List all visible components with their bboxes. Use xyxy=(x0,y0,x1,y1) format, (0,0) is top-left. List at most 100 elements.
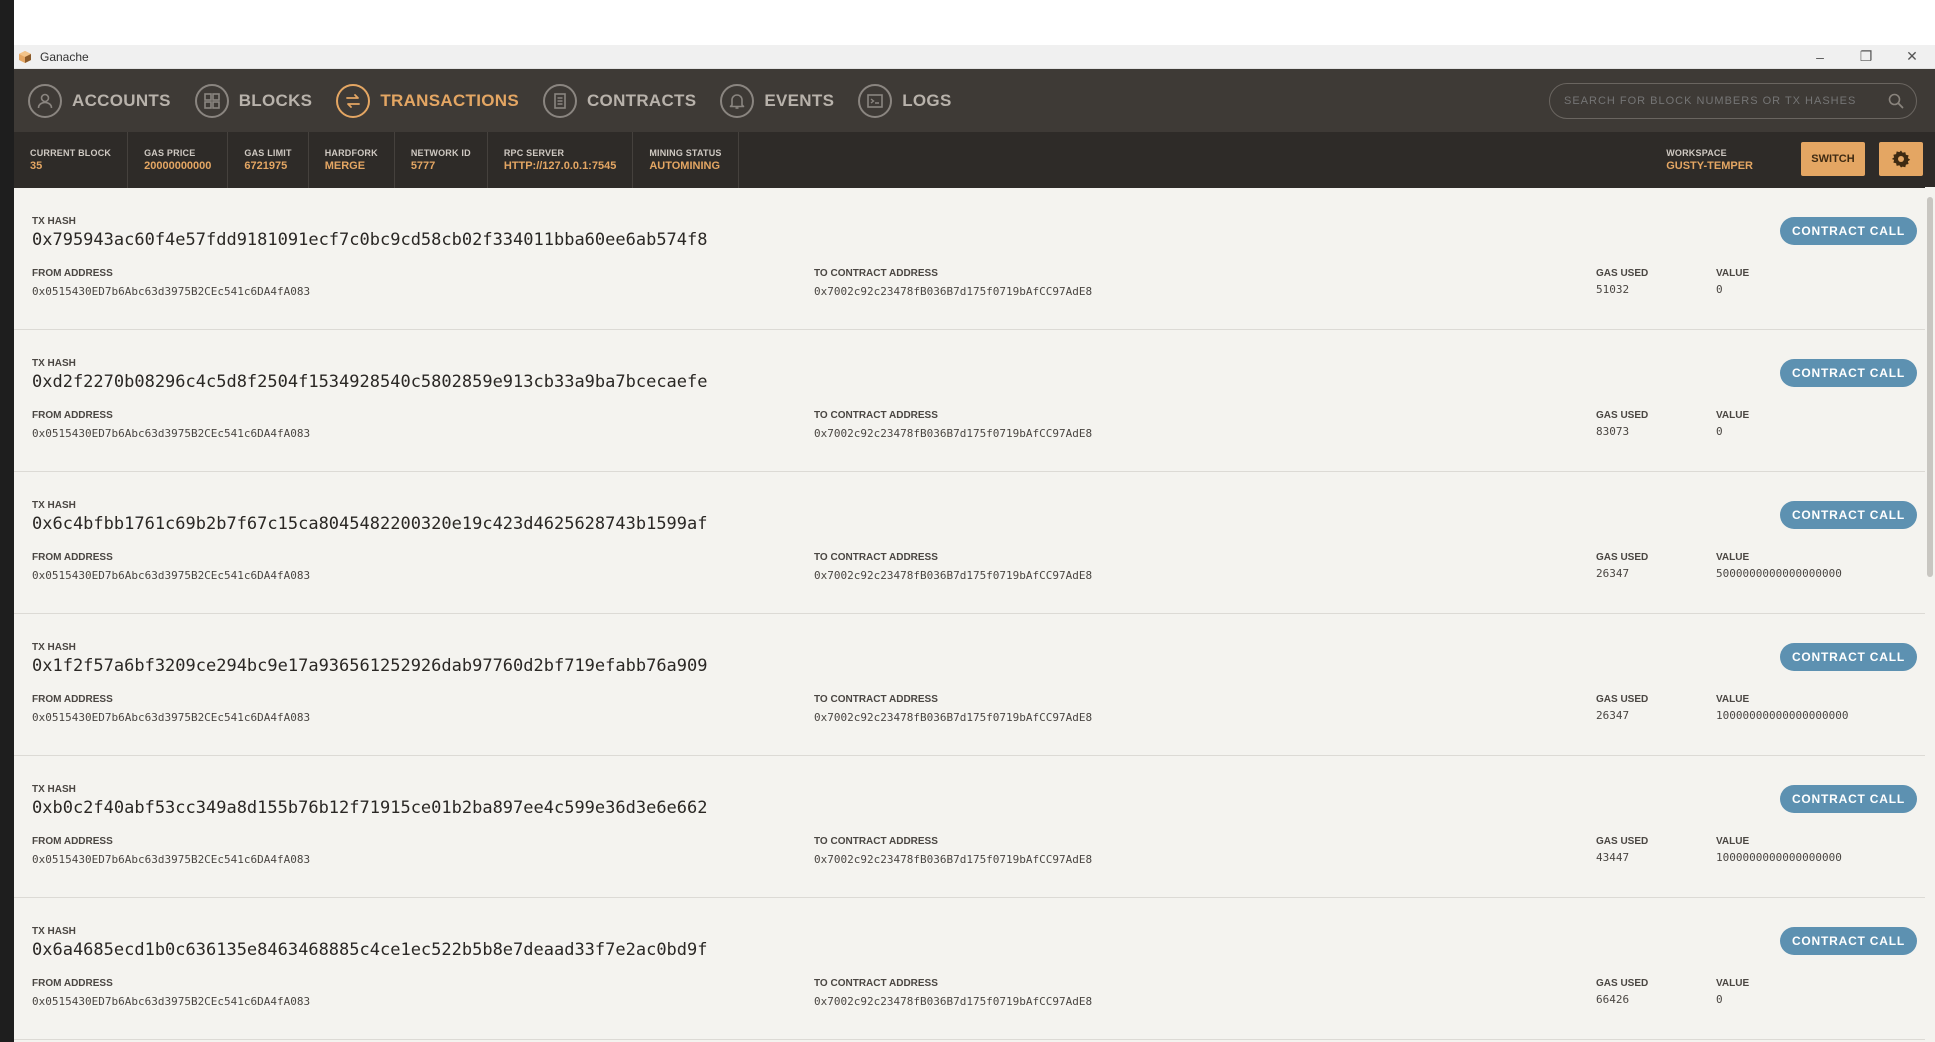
scrollbar-thumb[interactable] xyxy=(1927,197,1933,577)
gas-used: 43447 xyxy=(1596,851,1630,864)
to-label: TO CONTRACT ADDRESS xyxy=(814,268,938,279)
tx-hash-label: TX HASH xyxy=(32,500,76,511)
gas-used: 83073 xyxy=(1596,425,1630,438)
tx-type-badge: CONTRACT CALL xyxy=(1779,217,1917,245)
gas-used: 26347 xyxy=(1596,567,1630,580)
to-label: TO CONTRACT ADDRESS xyxy=(814,978,938,989)
title-bar: Ganache – ❐ ✕ xyxy=(14,45,1935,69)
restore-icon[interactable]: ❐ xyxy=(1843,45,1889,68)
transaction-list: TX HASH 0x795943ac60f4e57fdd9181091ecf7c… xyxy=(14,188,1935,1040)
gas-used: 66426 xyxy=(1596,993,1630,1006)
to-address: 0x7002c92c23478fB036B7d175f0719bAfCC97Ad… xyxy=(814,569,1093,582)
tx-value: 0 xyxy=(1716,425,1723,438)
nav-label: EVENTS xyxy=(764,90,835,110)
stat-rpc-server: RPC SERVER HTTP://127.0.0.1:7545 xyxy=(488,132,634,188)
gear-icon xyxy=(1891,150,1911,168)
transaction-row[interactable]: TX HASH 0x6a4685ecd1b0c636135e8463468885… xyxy=(14,898,1935,1040)
ganache-logo-icon xyxy=(19,50,31,63)
document-icon xyxy=(542,83,577,118)
terminal-icon xyxy=(858,83,893,118)
main-nav: ACCOUNTS BLOCKS TRANSACTIONS CONTRACTS E… xyxy=(14,69,1935,132)
tx-type-badge: CONTRACT CALL xyxy=(1779,643,1917,671)
nav-accounts[interactable]: ACCOUNTS xyxy=(28,83,171,118)
tx-type-badge: CONTRACT CALL xyxy=(1779,785,1917,813)
window-title: Ganache xyxy=(40,49,89,64)
from-label: FROM ADDRESS xyxy=(32,552,113,563)
tx-type-badge: CONTRACT CALL xyxy=(1779,501,1917,529)
minimize-icon[interactable]: – xyxy=(1797,45,1843,68)
ganache-window: Ganache – ❐ ✕ ACCOUNTS BLOCKS TRANSACTIO… xyxy=(14,45,1935,1042)
search-box[interactable] xyxy=(1549,83,1917,119)
from-address: 0x0515430ED7b6Abc63d3975B2CEc541c6DA4fA0… xyxy=(32,569,311,582)
nav-label: BLOCKS xyxy=(238,90,313,110)
stat-mining-status: MINING STATUS AUTOMINING xyxy=(633,132,739,188)
transaction-row[interactable]: TX HASH 0x795943ac60f4e57fdd9181091ecf7c… xyxy=(14,188,1935,330)
switch-workspace-button[interactable]: SWITCH xyxy=(1801,142,1865,176)
bell-icon xyxy=(720,83,755,118)
transaction-row[interactable]: TX HASH 0xd2f2270b08296c4c5d8f2504f15349… xyxy=(14,330,1935,472)
nav-logs[interactable]: LOGS xyxy=(858,83,952,118)
nav-label: TRANSACTIONS xyxy=(380,90,519,110)
from-address: 0x0515430ED7b6Abc63d3975B2CEc541c6DA4fA0… xyxy=(32,427,311,440)
value-label: VALUE xyxy=(1716,268,1750,279)
from-label: FROM ADDRESS xyxy=(32,410,113,421)
to-label: TO CONTRACT ADDRESS xyxy=(814,694,938,705)
transaction-row[interactable]: TX HASH 0xb0c2f40abf53cc349a8d155b76b12f… xyxy=(14,756,1935,898)
value-label: VALUE xyxy=(1716,836,1750,847)
swap-icon xyxy=(336,83,371,118)
to-label: TO CONTRACT ADDRESS xyxy=(814,836,938,847)
to-address: 0x7002c92c23478fB036B7d175f0719bAfCC97Ad… xyxy=(814,285,1093,298)
tx-value: 10000000000000000000 xyxy=(1716,709,1849,722)
status-bar: CURRENT BLOCK 35 GAS PRICE 20000000000 G… xyxy=(14,132,1935,188)
stat-current-block: CURRENT BLOCK 35 xyxy=(14,132,129,188)
settings-button[interactable] xyxy=(1879,142,1923,176)
from-address: 0x0515430ED7b6Abc63d3975B2CEc541c6DA4fA0… xyxy=(32,711,311,724)
to-address: 0x7002c92c23478fB036B7d175f0719bAfCC97Ad… xyxy=(814,427,1093,440)
nav-contracts[interactable]: CONTRACTS xyxy=(542,83,696,118)
transaction-row[interactable]: TX HASH 0x1f2f57a6bf3209ce294bc9e17a9365… xyxy=(14,614,1935,756)
search-icon[interactable] xyxy=(1888,93,1904,109)
nav-label: LOGS xyxy=(902,90,952,110)
to-address: 0x7002c92c23478fB036B7d175f0719bAfCC97Ad… xyxy=(814,853,1093,866)
stat-network-id: NETWORK ID 5777 xyxy=(395,132,488,188)
gas-label: GAS USED xyxy=(1596,694,1649,705)
nav-blocks[interactable]: BLOCKS xyxy=(194,83,313,118)
to-label: TO CONTRACT ADDRESS xyxy=(814,552,938,563)
close-icon[interactable]: ✕ xyxy=(1889,45,1935,68)
to-label: TO CONTRACT ADDRESS xyxy=(814,410,938,421)
workspace-info: WORKSPACE GUSTY-TEMPER xyxy=(1666,148,1753,172)
gas-label: GAS USED xyxy=(1596,552,1649,563)
tx-hash: 0x795943ac60f4e57fdd9181091ecf7c0bc9cd58… xyxy=(32,230,708,250)
from-address: 0x0515430ED7b6Abc63d3975B2CEc541c6DA4fA0… xyxy=(32,853,311,866)
tx-hash: 0x1f2f57a6bf3209ce294bc9e17a936561252926… xyxy=(32,656,708,676)
tx-hash-label: TX HASH xyxy=(32,642,76,653)
tx-hash-label: TX HASH xyxy=(32,358,76,369)
gas-label: GAS USED xyxy=(1596,268,1649,279)
tx-hash-label: TX HASH xyxy=(32,926,76,937)
gas-label: GAS USED xyxy=(1596,410,1649,421)
tx-hash: 0xb0c2f40abf53cc349a8d155b76b12f71915ce0… xyxy=(32,798,708,818)
to-address: 0x7002c92c23478fB036B7d175f0719bAfCC97Ad… xyxy=(814,711,1093,724)
stat-hardfork: HARDFORK MERGE xyxy=(309,132,395,188)
search-input[interactable] xyxy=(1562,94,1888,108)
tx-type-badge: CONTRACT CALL xyxy=(1779,927,1917,955)
stat-gas-limit: GAS LIMIT 6721975 xyxy=(228,132,309,188)
gas-used: 51032 xyxy=(1596,283,1630,296)
gas-label: GAS USED xyxy=(1596,836,1649,847)
value-label: VALUE xyxy=(1716,978,1750,989)
from-label: FROM ADDRESS xyxy=(32,694,113,705)
tx-value: 1000000000000000000 xyxy=(1716,851,1842,864)
from-label: FROM ADDRESS xyxy=(32,268,113,279)
tx-type-badge: CONTRACT CALL xyxy=(1779,359,1917,387)
grid-icon xyxy=(194,83,229,118)
nav-transactions[interactable]: TRANSACTIONS xyxy=(336,83,519,118)
tx-hash: 0xd2f2270b08296c4c5d8f2504f1534928540c58… xyxy=(32,372,708,392)
value-label: VALUE xyxy=(1716,552,1750,563)
tx-hash: 0x6c4bfbb1761c69b2b7f67c15ca804548220032… xyxy=(32,514,708,534)
tx-hash-label: TX HASH xyxy=(32,216,76,227)
transaction-row[interactable]: TX HASH 0x6c4bfbb1761c69b2b7f67c15ca8045… xyxy=(14,472,1935,614)
nav-events[interactable]: EVENTS xyxy=(720,83,835,118)
value-label: VALUE xyxy=(1716,694,1750,705)
tx-hash: 0x6a4685ecd1b0c636135e8463468885c4ce1ec5… xyxy=(32,940,708,960)
tx-hash-label: TX HASH xyxy=(32,784,76,795)
